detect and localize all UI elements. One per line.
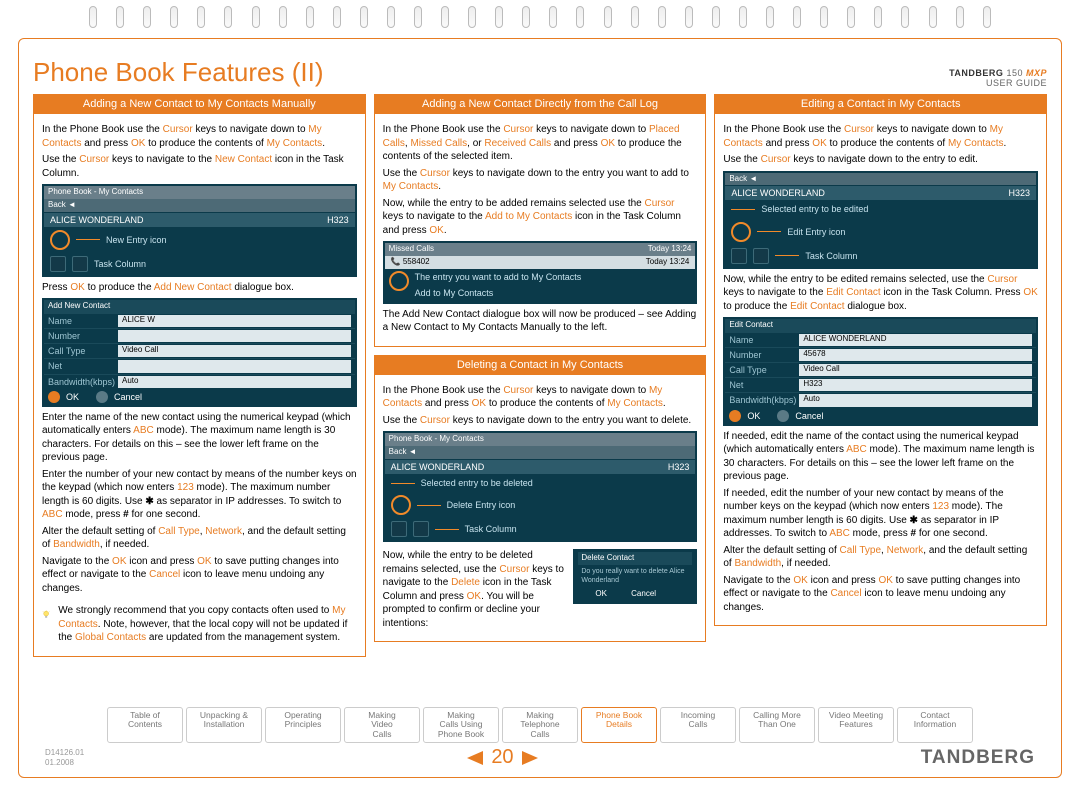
tip-note: We strongly recommend that you copy cont… xyxy=(42,601,357,648)
screenshot-edit-contact-form: Edit Contact NameALICE WONDERLAND Number… xyxy=(723,317,1038,426)
nav-tabs: Table ofContentsUnpacking &InstallationO… xyxy=(19,707,1061,743)
doc-id: D14126.0101.2008 xyxy=(45,748,84,767)
nav-tab[interactable]: Table ofContents xyxy=(107,707,183,743)
delete-entry-icon xyxy=(391,495,411,515)
nav-tab[interactable]: MakingTelephoneCalls xyxy=(502,707,578,743)
nav-tab[interactable]: ContactInformation xyxy=(897,707,973,743)
column-calllog-delete: Adding a New Contact Directly from the C… xyxy=(374,94,707,657)
prev-page-icon[interactable] xyxy=(467,751,483,765)
lightbulb-icon xyxy=(42,601,50,629)
page-footer: Table ofContentsUnpacking &InstallationO… xyxy=(19,707,1061,773)
nav-tab[interactable]: Calling MoreThan One xyxy=(739,707,815,743)
nav-tab[interactable]: OperatingPrinciples xyxy=(265,707,341,743)
screenshot-my-contacts: Phone Book - My Contacts Back ◄ ALICE WO… xyxy=(42,184,357,277)
section-heading: Deleting a Contact in My Contacts xyxy=(374,355,707,375)
product-label: TANDBERG 150 MXP USER GUIDE xyxy=(949,68,1047,88)
task-column-icon xyxy=(50,256,66,272)
cancel-icon xyxy=(96,391,108,403)
nav-tab[interactable]: Phone BookDetails xyxy=(581,707,657,743)
ok-icon xyxy=(48,391,60,403)
screenshot-edit-select: Back ◄ ALICE WONDERLANDH323 Selected ent… xyxy=(723,171,1038,269)
column-add-manual: Adding a New Contact to My Contacts Manu… xyxy=(33,94,366,657)
spiral-binding xyxy=(0,6,1080,34)
nav-tab[interactable]: MakingCalls UsingPhone Book xyxy=(423,707,499,743)
screenshot-missed-calls: Missed CallsToday 13:24 📞 558402Today 13… xyxy=(383,241,698,304)
content-frame: Phone Book Features (II) TANDBERG 150 MX… xyxy=(18,38,1062,778)
section-heading: Adding a New Contact Directly from the C… xyxy=(374,94,707,114)
screenshot-confirm-delete: Delete Contact Do you really want to del… xyxy=(573,549,697,603)
page-title: Phone Book Features (II) xyxy=(33,57,323,88)
cancel-icon xyxy=(617,589,627,599)
cancel-icon xyxy=(777,410,789,422)
add-contact-icon xyxy=(389,271,409,291)
page-number: 20 xyxy=(467,746,537,769)
ok-icon xyxy=(729,410,741,422)
nav-tab[interactable]: Unpacking &Installation xyxy=(186,707,262,743)
nav-tab[interactable]: Video MeetingFeatures xyxy=(818,707,894,743)
nav-tab[interactable]: IncomingCalls xyxy=(660,707,736,743)
screenshot-delete-contact: Phone Book - My Contacts Back ◄ ALICE WO… xyxy=(383,431,698,542)
new-entry-icon xyxy=(50,230,70,250)
column-edit: Editing a Contact in My Contacts In the … xyxy=(714,94,1047,657)
edit-entry-icon xyxy=(731,222,751,242)
manual-page: Phone Book Features (II) TANDBERG 150 MX… xyxy=(0,0,1080,811)
brand-logo: TANDBERG xyxy=(921,747,1035,769)
screenshot-add-contact-form: Add New Contact NameALICE W Number Call … xyxy=(42,298,357,407)
section-heading: Editing a Contact in My Contacts xyxy=(714,94,1047,114)
section-heading: Adding a New Contact to My Contacts Manu… xyxy=(33,94,366,114)
ok-icon xyxy=(581,589,591,599)
next-page-icon[interactable] xyxy=(522,751,538,765)
nav-tab[interactable]: MakingVideoCalls xyxy=(344,707,420,743)
